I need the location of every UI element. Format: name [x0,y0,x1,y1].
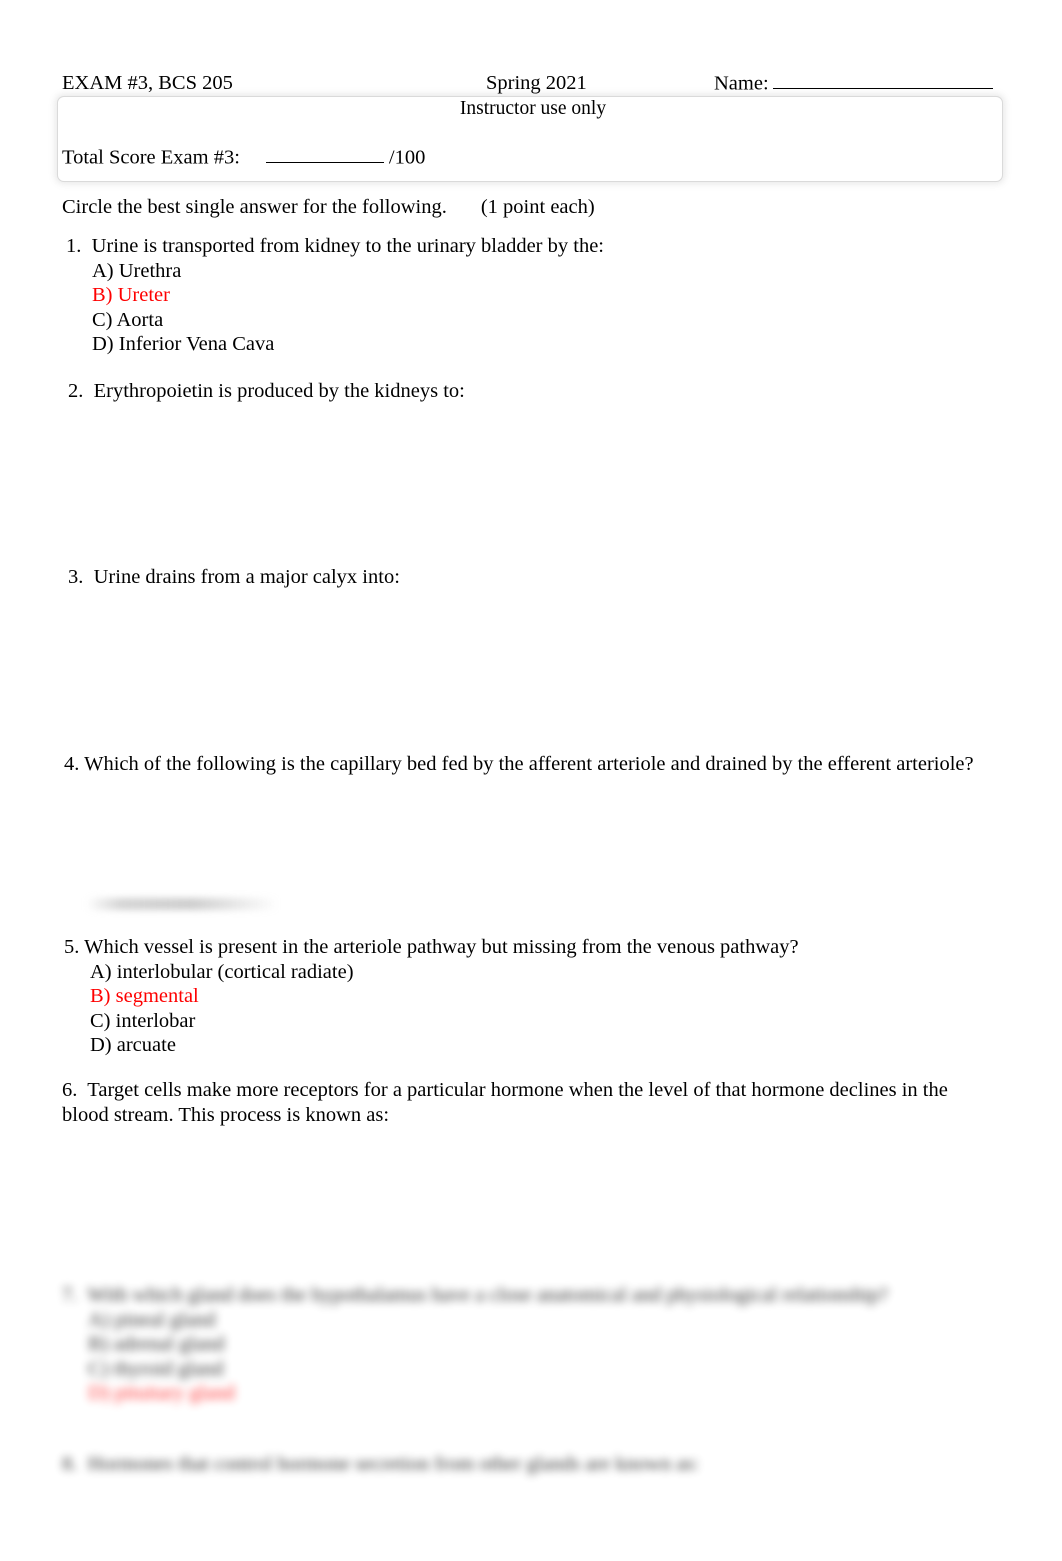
question-5-stem: 5. Which vessel is present in the arteri… [64,935,964,960]
question-1-text: Urine is transported from kidney to the … [91,235,604,257]
exam-title: EXAM #3, BCS 205 [62,72,233,94]
option-7a[interactable]: A) pineal gland [88,1308,962,1333]
question-8-text: Hormones that control hormone secretion … [87,1453,700,1475]
option-1a[interactable]: A) Urethra [92,259,966,284]
option-7b[interactable]: B) adrenal gland [88,1332,962,1357]
option-7c[interactable]: C) thyroid gland [88,1357,962,1382]
total-score-label: Total Score Exam #3: [62,146,240,169]
option-7d[interactable]: D) pituitary gland [88,1381,962,1406]
exam-term: Spring 2021 [486,72,587,94]
question-4-text: Which of the following is the capillary … [84,753,974,775]
question-3-text: Urine drains from a major calyx into: [93,566,400,588]
question-5-number: 5. [64,936,80,958]
question-8: 8. Hormones that control hormone secreti… [62,1452,962,1477]
option-1c[interactable]: C) Aorta [92,308,966,333]
option-1d[interactable]: D) Inferior Vena Cava [92,332,966,357]
question-7-stem: 7. With which gland does the hypothalamu… [62,1283,962,1308]
question-7-number: 7. [62,1284,78,1306]
question-1-stem: 1. Urine is transported from kidney to t… [66,234,966,259]
question-3-stem: 3. Urine drains from a major calyx into: [68,565,968,590]
question-7: 7. With which gland does the hypothalamu… [62,1283,962,1406]
option-1b[interactable]: B) Ureter [92,283,966,308]
instructions-text: Circle the best single answer for the fo… [62,196,447,218]
question-6-number: 6. [62,1079,78,1101]
redaction-smudge-q4 [86,898,278,910]
question-5: 5. Which vessel is present in the arteri… [64,935,964,1058]
name-write-in-rule[interactable] [772,70,993,90]
question-2: 2. Erythropoietin is produced by the kid… [68,379,968,404]
option-5c[interactable]: C) interlobar [90,1009,964,1034]
question-8-stem: 8. Hormones that control hormone secreti… [62,1452,962,1477]
option-5a[interactable]: A) interlobular (cortical radiate) [90,960,964,985]
exam-instructions: Circle the best single answer for the fo… [62,194,595,220]
question-8-number: 8. [62,1453,78,1475]
instructor-use-only-label: Instructor use only [459,98,607,119]
question-7-text: With which gland does the hypothalamus h… [87,1284,888,1306]
question-1: 1. Urine is transported from kidney to t… [66,234,966,357]
total-score-write-in-rule[interactable] [265,144,384,164]
question-2-stem: 2. Erythropoietin is produced by the kid… [68,379,968,404]
question-2-number: 2. [68,380,84,402]
question-6-stem: 6. Target cells make more receptors for … [62,1078,987,1128]
question-3: 3. Urine drains from a major calyx into: [68,565,968,590]
total-score-row: Total Score Exam #3: /100 [62,144,425,170]
question-4: 4. Which of the following is the capilla… [64,752,1014,777]
question-3-number: 3. [68,566,84,588]
option-5d[interactable]: D) arcuate [90,1033,964,1058]
option-5b[interactable]: B) segmental [90,984,964,1009]
instructions-points: (1 point each) [480,196,595,218]
name-label: Name: [714,72,769,95]
question-6: 6. Target cells make more receptors for … [62,1078,987,1128]
student-name-field[interactable]: Name: [714,70,993,96]
question-5-options: A) interlobular (cortical radiate) B) se… [90,960,964,1058]
question-5-text: Which vessel is present in the arteriole… [84,936,799,958]
question-1-number: 1. [66,235,82,257]
question-4-stem: 4. Which of the following is the capilla… [64,752,1014,777]
question-4-number: 4. [64,753,80,775]
question-6-text: Target cells make more receptors for a p… [62,1079,948,1126]
question-1-options: A) Urethra B) Ureter C) Aorta D) Inferio… [92,259,966,357]
total-score-denominator: /100 [388,146,426,169]
question-2-text: Erythropoietin is produced by the kidney… [93,380,465,402]
question-7-options: A) pineal gland B) adrenal gland C) thyr… [88,1308,962,1406]
exam-page: EXAM #3, BCS 205 Spring 2021 Name: Instr… [0,0,1062,1561]
